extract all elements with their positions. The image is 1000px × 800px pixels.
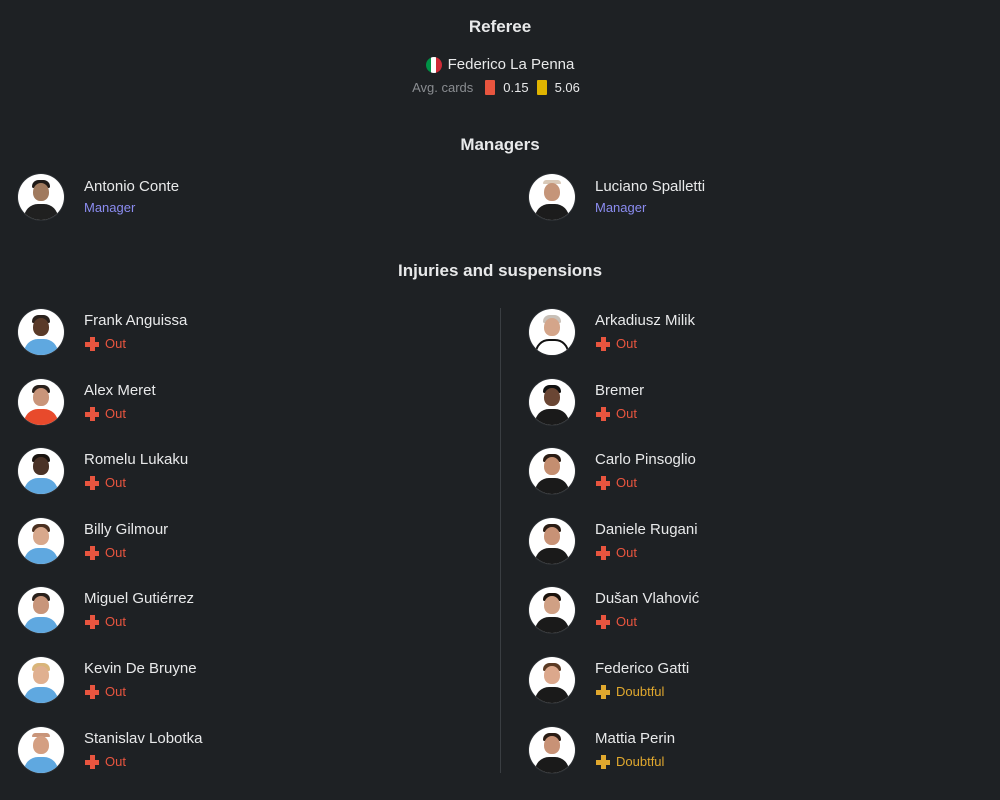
injury-row-away[interactable]: Daniele Rugani Out xyxy=(529,518,698,564)
status-label: Out xyxy=(84,544,168,562)
avatar xyxy=(18,309,64,355)
avg-cards-label: Avg. cards xyxy=(412,80,474,95)
injury-row-away[interactable]: Carlo Pinsoglio Out xyxy=(529,448,696,494)
avatar xyxy=(529,379,575,425)
medical-cross-icon xyxy=(595,475,611,491)
injury-row-home[interactable]: Kevin De Bruyne Out xyxy=(18,657,197,703)
manager-name: Luciano Spalletti xyxy=(595,178,706,195)
injury-row-away[interactable]: Mattia Perin Doubtful xyxy=(529,727,675,773)
player-name: Arkadiusz Milik xyxy=(595,312,696,329)
status-label: Out xyxy=(84,753,202,771)
status-label: Out xyxy=(84,613,194,631)
injury-row-home[interactable]: Alex Meret Out xyxy=(18,379,156,425)
injury-row-home[interactable]: Billy Gilmour Out xyxy=(18,518,168,564)
player-name: Romelu Lukaku xyxy=(84,451,189,468)
medical-cross-icon xyxy=(84,406,100,422)
manager-role: Manager xyxy=(595,200,647,215)
status-label: Out xyxy=(84,335,187,353)
injury-row-away[interactable]: Federico Gatti Doubtful xyxy=(529,657,689,703)
injury-row-away[interactable]: Arkadiusz Milik Out xyxy=(529,309,695,355)
avatar xyxy=(529,448,575,494)
avatar xyxy=(529,587,575,633)
player-name: Miguel Gutiérrez xyxy=(84,590,195,607)
player-name: Daniele Rugani xyxy=(595,521,698,538)
injury-row-home[interactable]: Frank Anguissa Out xyxy=(18,309,187,355)
referee-title: Referee xyxy=(468,17,532,36)
medical-cross-icon xyxy=(595,754,611,770)
player-name: Alex Meret xyxy=(84,382,156,399)
injury-row-home[interactable]: Stanislav Lobotka Out xyxy=(18,727,202,773)
status-label: Doubtful xyxy=(595,753,675,771)
status-label: Out xyxy=(595,474,696,492)
medical-cross-icon xyxy=(84,475,100,491)
managers-title: Managers xyxy=(460,135,540,154)
avatar xyxy=(18,518,64,564)
status-label: Doubtful xyxy=(595,683,689,701)
referee-name: Federico La Penna xyxy=(447,56,575,73)
player-name: Dušan Vlahović xyxy=(595,590,700,607)
referee-row[interactable]: Federico La Penna xyxy=(0,56,1000,73)
manager-away[interactable]: Luciano Spalletti Manager xyxy=(529,174,705,220)
avatar xyxy=(18,174,64,220)
avatar xyxy=(18,727,64,773)
medical-cross-icon xyxy=(595,614,611,630)
manager-home[interactable]: Antonio Conte Manager xyxy=(18,174,179,220)
avatar xyxy=(18,657,64,703)
yellow-card-icon xyxy=(536,80,547,95)
player-name: Carlo Pinsoglio xyxy=(595,451,696,468)
player-name: Bremer xyxy=(595,382,645,399)
yellow-card-average: 5.06 xyxy=(554,80,580,95)
medical-cross-icon xyxy=(595,406,611,422)
status-label: Out xyxy=(84,474,188,492)
status-label: Out xyxy=(595,613,699,631)
status-label: Out xyxy=(84,683,197,701)
medical-cross-icon xyxy=(84,545,100,561)
status-label: Out xyxy=(595,405,644,423)
avatar xyxy=(529,727,575,773)
player-name: Kevin De Bruyne xyxy=(84,660,197,677)
manager-role: Manager xyxy=(84,200,136,215)
injury-row-away[interactable]: Dušan Vlahović Out xyxy=(529,587,699,633)
medical-cross-icon xyxy=(84,336,100,352)
status-label: Out xyxy=(84,405,156,423)
avatar xyxy=(18,379,64,425)
medical-cross-icon xyxy=(84,754,100,770)
medical-cross-icon xyxy=(84,614,100,630)
column-divider xyxy=(500,308,501,773)
medical-cross-icon xyxy=(595,336,611,352)
avatar xyxy=(529,518,575,564)
player-name: Federico Gatti xyxy=(595,660,690,677)
player-name: Mattia Perin xyxy=(595,730,676,747)
avatar xyxy=(18,587,64,633)
injuries-title: Injuries and suspensions xyxy=(397,261,603,280)
status-label: Out xyxy=(595,335,695,353)
avatar xyxy=(18,448,64,494)
medical-cross-icon xyxy=(84,684,100,700)
avatar xyxy=(529,174,575,220)
italy-flag-icon xyxy=(425,56,442,73)
player-name: Billy Gilmour xyxy=(84,521,169,538)
medical-cross-icon xyxy=(595,545,611,561)
player-name: Frank Anguissa xyxy=(84,312,188,329)
status-label: Out xyxy=(595,544,698,562)
injury-row-home[interactable]: Miguel Gutiérrez Out xyxy=(18,587,194,633)
player-name: Stanislav Lobotka xyxy=(84,730,203,747)
injury-row-home[interactable]: Romelu Lukaku Out xyxy=(18,448,188,494)
manager-name: Antonio Conte xyxy=(84,178,180,195)
injury-row-away[interactable]: Bremer Out xyxy=(529,379,644,425)
match-info-panel: Referee Federico La Penna Avg. cards 0.1… xyxy=(0,0,1000,800)
red-card-average: 0.15 xyxy=(503,80,529,95)
avatar xyxy=(529,657,575,703)
avg-cards-row: Avg. cards 0.15 5.06 xyxy=(0,80,1000,95)
red-card-icon xyxy=(485,80,496,95)
avatar xyxy=(529,309,575,355)
medical-cross-icon xyxy=(595,684,611,700)
